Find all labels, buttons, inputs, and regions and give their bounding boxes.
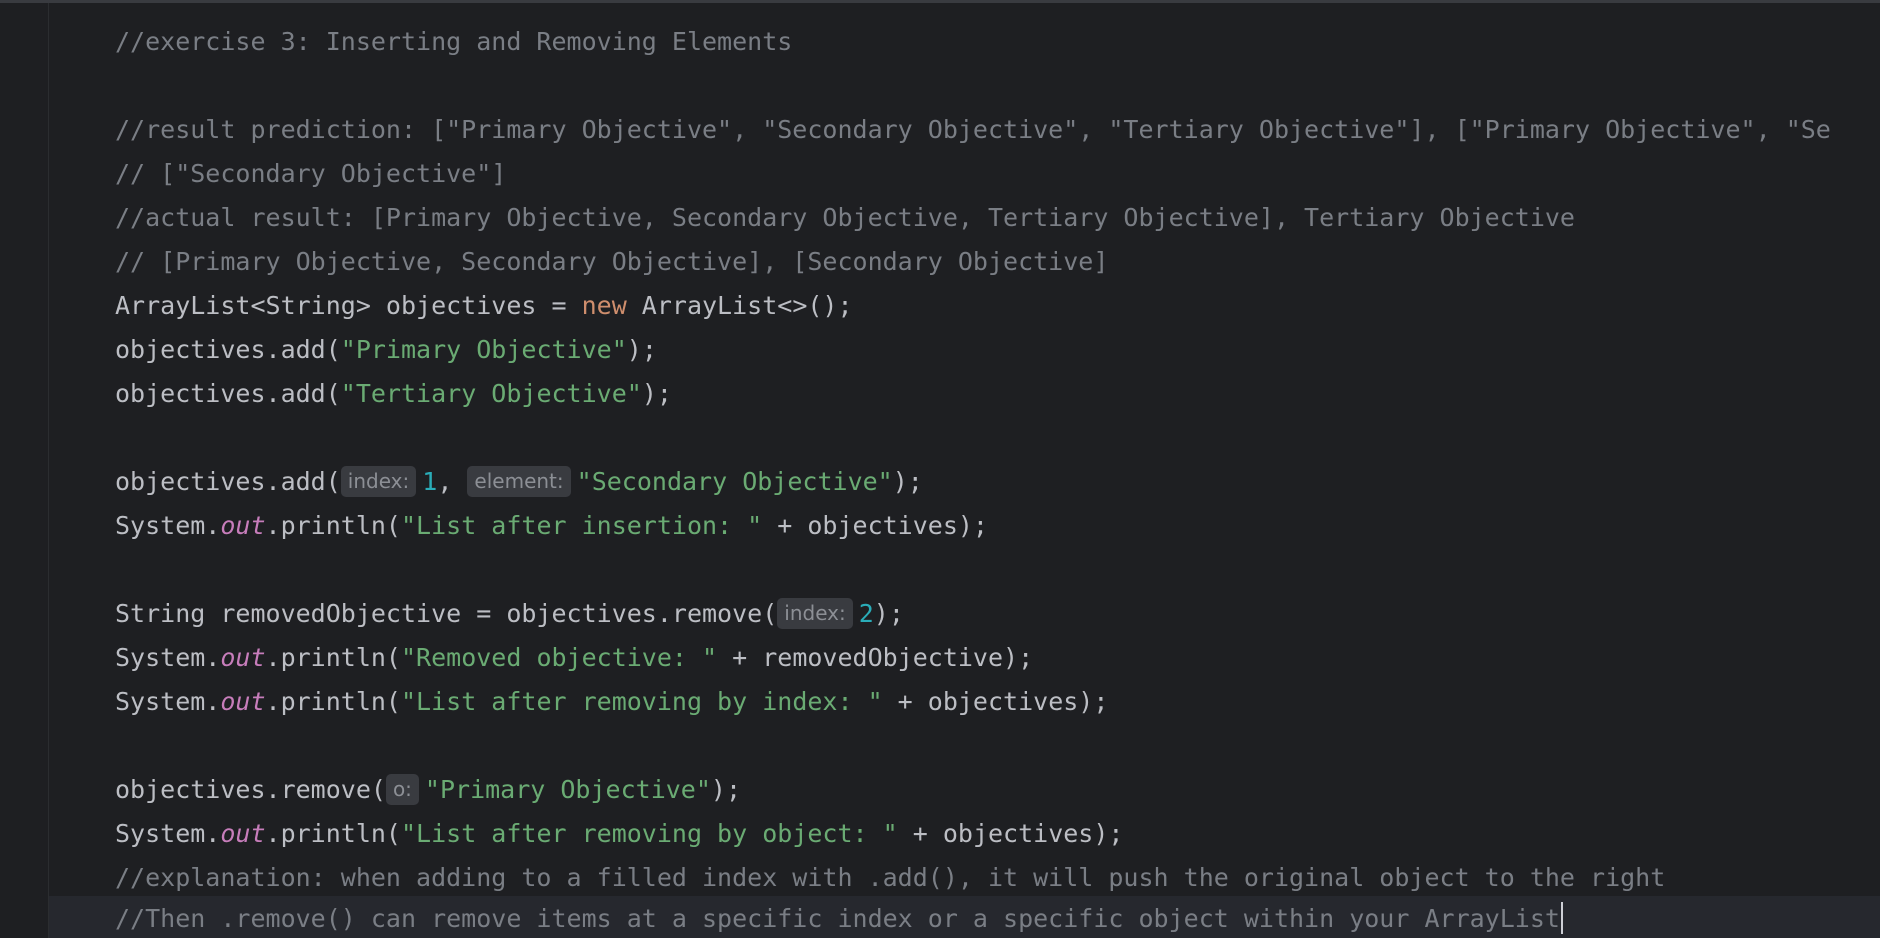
code-text: , (437, 466, 468, 496)
code-line-11[interactable]: objectives.add(index: 1, element: "Seconda… (49, 459, 1880, 503)
comment: //actual result: [Primary Objective, Sec… (115, 202, 1575, 232)
comment: //Then .remove() can remove items at a s… (115, 903, 1560, 933)
editor-gutter[interactable] (0, 3, 49, 938)
code-text: ); (641, 378, 672, 408)
inlay-hint-o: o: (385, 773, 419, 805)
code-text: ArrayList<String> objectives = (115, 290, 582, 320)
code-line-20[interactable]: //explanation: when adding to a filled i… (49, 855, 1880, 899)
code-line-6[interactable]: // [Primary Objective, Secondary Objecti… (49, 239, 1880, 283)
code-text: System. (115, 686, 221, 716)
string-literal: "List after removing by object: " (400, 818, 898, 848)
code-text: .println( (265, 686, 401, 716)
comment: //result prediction: ["Primary Objective… (115, 114, 1831, 144)
code-text: ); (873, 598, 904, 628)
string-literal: "Secondary Objective" (576, 466, 893, 496)
code-line-7[interactable]: ArrayList<String> objectives = new Array… (49, 283, 1880, 327)
code-line-13[interactable] (49, 547, 1880, 591)
code-line-8[interactable]: objectives.add("Primary Objective"); (49, 327, 1880, 371)
code-line-14[interactable]: String removedObjective = objectives.rem… (49, 591, 1880, 635)
code-line-21-current[interactable]: //Then .remove() can remove items at a s… (49, 896, 1880, 938)
inlay-hint-index: index: (340, 465, 417, 497)
code-text: objectives.add( (115, 466, 341, 496)
code-line-3[interactable]: //result prediction: ["Primary Objective… (49, 107, 1880, 151)
code-line-12[interactable]: System. out .println("List after insertion… (49, 503, 1880, 547)
comment: // ["Secondary Objective"] (115, 158, 507, 188)
comment: // [Primary Objective, Secondary Objecti… (115, 246, 1109, 276)
code-text: ); (626, 334, 657, 364)
code-text: String removedObjective = objectives.rem… (115, 598, 778, 628)
static-field-out: out (220, 510, 266, 540)
code-text: objectives.remove( (115, 774, 386, 804)
code-line-16[interactable]: System. out .println("List after removing … (49, 679, 1880, 723)
code-editor[interactable]: //exercise 3: Inserting and Removing Ele… (49, 3, 1880, 938)
code-line-17[interactable] (49, 723, 1880, 767)
inlay-hint-element: element: (467, 465, 571, 497)
code-text: .println( (265, 818, 401, 848)
static-field-out: out (220, 818, 266, 848)
number-literal: 2 (858, 598, 874, 628)
string-literal: "List after insertion: " (400, 510, 763, 540)
code-line-5[interactable]: //actual result: [Primary Objective, Sec… (49, 195, 1880, 239)
code-text: + objectives); (882, 686, 1109, 716)
code-text: .println( (265, 642, 401, 672)
code-line-2[interactable] (49, 63, 1880, 107)
code-text: objectives.add( (115, 334, 341, 364)
code-text: + objectives); (897, 818, 1124, 848)
code-text: + objectives); (762, 510, 988, 540)
code-text: ); (710, 774, 742, 804)
string-literal: "Primary Objective" (340, 334, 627, 364)
code-line-1[interactable]: //exercise 3: Inserting and Removing Ele… (49, 19, 1880, 63)
code-text: System. (115, 642, 221, 672)
code-line-18[interactable]: objectives.remove(o: "Primary Objective")… (49, 767, 1880, 811)
string-literal: "Primary Objective" (424, 774, 711, 804)
static-field-out: out (220, 642, 266, 672)
keyword-new: new (581, 290, 627, 320)
code-text: .println( (265, 510, 401, 540)
string-literal: "List after removing by index: " (400, 686, 883, 716)
text-caret (1560, 902, 1563, 934)
code-line-19[interactable]: System. out .println("List after removing … (49, 811, 1880, 855)
code-text: ); (892, 466, 923, 496)
code-text: System. (115, 510, 221, 540)
code-text: objectives.add( (115, 378, 341, 408)
string-literal: "Tertiary Objective" (340, 378, 642, 408)
static-field-out: out (220, 686, 266, 716)
code-line-9[interactable]: objectives.add("Tertiary Objective"); (49, 371, 1880, 415)
code-line-10[interactable] (49, 415, 1880, 459)
comment: //exercise 3: Inserting and Removing Ele… (115, 26, 793, 56)
code-text: System. (115, 818, 221, 848)
code-line-15[interactable]: System. out .println("Removed objective: "… (49, 635, 1880, 679)
code-line-4[interactable]: // ["Secondary Objective"] (49, 151, 1880, 195)
string-literal: "Removed objective: " (400, 642, 718, 672)
code-text: ArrayList<>(); (626, 290, 853, 320)
code-text: + removedObjective); (717, 642, 1034, 672)
inlay-hint-index: index: (777, 597, 853, 629)
comment: //explanation: when adding to a filled i… (115, 862, 1666, 892)
number-literal: 1 (422, 466, 438, 496)
